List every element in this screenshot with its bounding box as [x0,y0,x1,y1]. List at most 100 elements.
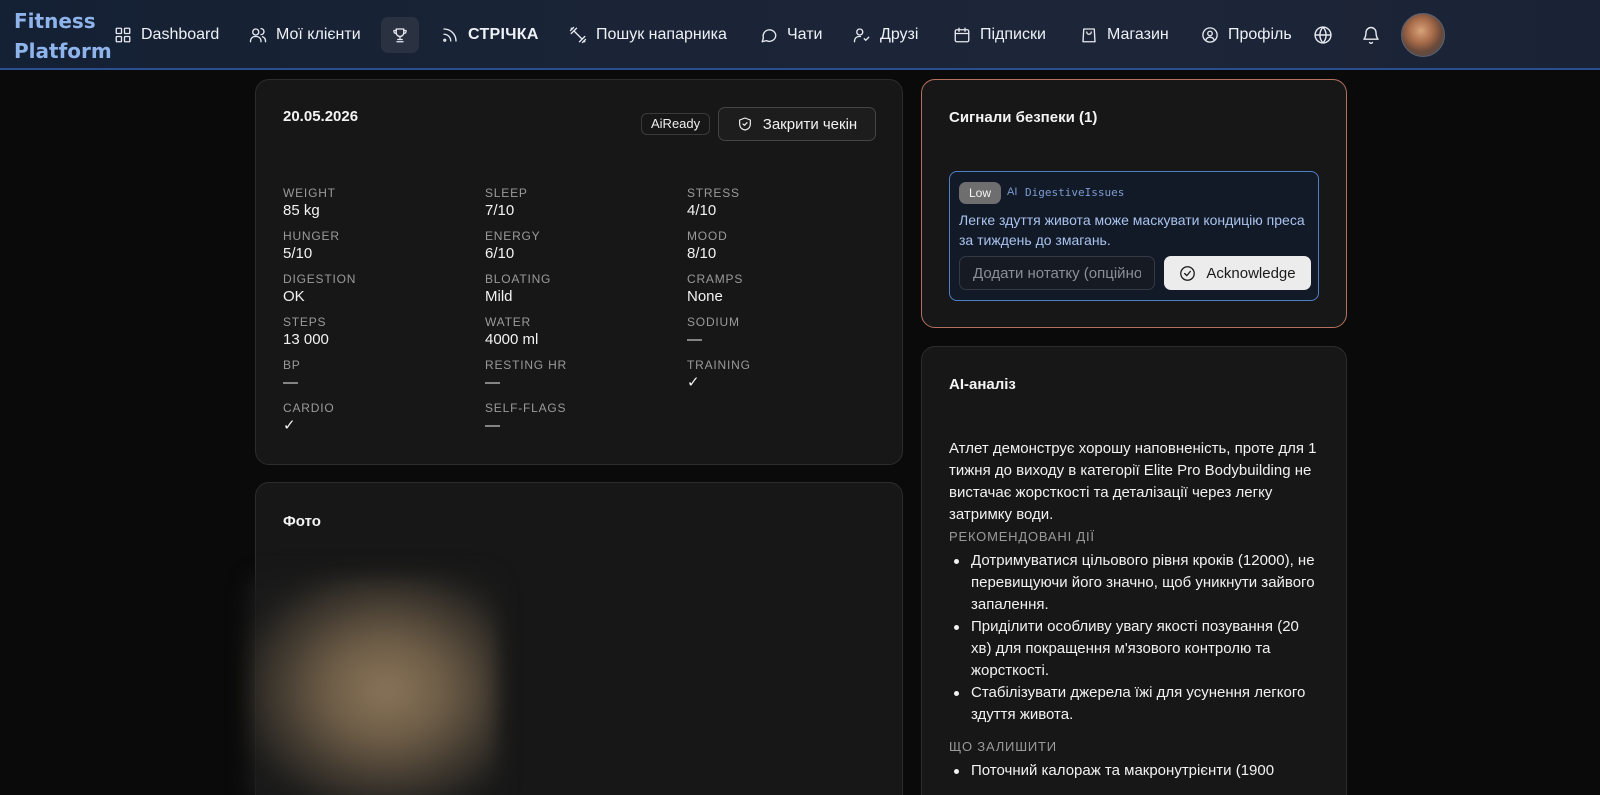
metric-label: SODIUM [687,315,740,329]
language-button[interactable] [1313,25,1333,45]
acknowledge-label: Acknowledge [1206,264,1296,282]
metric-label: MOOD [687,229,728,243]
nav-feed-label: СТРІЧКА [468,26,539,43]
metric-value: — [485,417,500,434]
metric-stress: STRESS 4/10 [687,186,867,221]
list-item: Поточний калораж та макронутрієнти (1900 [949,760,1321,782]
metric-label: STEPS [283,315,327,329]
metric-label: SELF-FLAGS [485,401,567,415]
metric-label: TRAINING [687,358,751,372]
metric-label: DIGESTION [283,272,357,286]
nav-dashboard[interactable]: Dashboard [114,20,219,50]
metric-value: 85 kg [283,202,320,219]
nav-subscriptions[interactable]: Підписки [953,20,1046,50]
metric-value: None [687,288,723,305]
metric-label: BP [283,358,301,372]
nav-chats[interactable]: Чати [760,20,822,50]
recommended-actions-list: Дотримуватися цільового рівня кроків (12… [949,550,1321,726]
safety-signal-item: Low AI DigestiveIssues Легке здуття живо… [949,171,1319,301]
nav-clients[interactable]: Мої клієнти [249,20,361,50]
keep-label: ЩО ЗАЛИШИТИ [949,739,1057,754]
status-badge: AiReady [641,113,711,135]
nav-feed[interactable]: СТРІЧКА [441,20,539,50]
metric-value: 6/10 [485,245,515,262]
note-input[interactable] [959,256,1155,290]
keep-list: Поточний калораж та макронутрієнти (1900 [949,760,1321,782]
shield-check-icon [738,117,751,131]
metric-label: SLEEP [485,186,528,200]
metric-mood: MOOD 8/10 [687,229,867,264]
metric-value: 8/10 [687,245,717,262]
photos-card: Фото [248,482,903,795]
nav-shop-label: Магазин [1107,26,1169,43]
metric-label: STRESS [687,186,740,200]
metric-value: ✓ [283,417,296,434]
avatar[interactable] [1401,13,1445,57]
metric-bp: BP — [283,358,463,393]
safety-title: Сигнали безпеки (1) [949,109,1098,126]
severity-badge: Low [959,182,1002,204]
brand-line-2: Platform [14,39,112,63]
users-icon [249,27,267,43]
metric-water: WATER 4000 ml [485,315,665,350]
metric-value: 4000 ml [485,331,539,348]
metric-label: WATER [485,315,531,329]
metric-value: 5/10 [283,245,313,262]
metric-sleep: SLEEP 7/10 [485,186,665,221]
nav-partner-label: Пошук напарника [596,26,727,43]
metric-label: ENERGY [485,229,541,243]
dumbbell-icon [569,26,587,44]
brand-logo[interactable]: Fitness Platform [14,6,112,66]
acknowledge-button[interactable]: Acknowledge [1164,256,1311,290]
metric-energy: ENERGY 6/10 [485,229,665,264]
bell-icon [1363,26,1379,44]
chat-bubble-icon [761,29,777,43]
metric-cramps: CRAMPS None [687,272,867,307]
ai-summary: Атлет демонструє хорошу наповненість, пр… [949,440,1317,523]
metric-resting-hr: RESTING HR — [485,358,665,393]
metric-label: CRAMPS [687,272,744,286]
user-check-icon [853,28,870,43]
nav-friends[interactable]: Друзі [853,20,918,50]
metric-value: 7/10 [485,202,515,219]
notifications-button[interactable] [1361,25,1381,45]
metric-value: — [485,374,500,391]
nav-profile[interactable]: Профіль [1201,20,1292,50]
safety-signals-card: Сигнали безпеки (1) Low AI DigestiveIssu… [921,79,1347,328]
checkin-date: 20.05.2026 [283,108,359,125]
nav-subscriptions-label: Підписки [980,26,1046,43]
list-item: Стабілізувати джерела їжі для усунення л… [949,682,1321,726]
nav-trophy-button[interactable] [381,17,419,53]
nav-clients-label: Мої клієнти [276,26,361,43]
metric-label: BLOATING [485,272,552,286]
trophy-icon [393,28,407,43]
metric-sodium: SODIUM — [687,315,867,350]
metric-label: CARDIO [283,401,335,415]
list-item: Дотримуватися цільового рівня кроків (12… [949,550,1321,616]
check-circle-icon [1180,265,1196,281]
signal-code: DigestiveIssues [1025,186,1125,199]
metric-value: — [687,331,702,348]
nav-shop[interactable]: Магазин [1080,20,1169,50]
metric-label: HUNGER [283,229,340,243]
user-circle-icon [1202,27,1218,43]
checkin-card: 20.05.2026 AiReady Закрити чекін WEIGHT … [255,79,903,465]
metric-value: OK [283,288,305,305]
signal-source: AI [1007,186,1018,198]
nav-chats-label: Чати [787,26,823,43]
progress-photo[interactable] [248,575,498,795]
recommended-actions-label: РЕКОМЕНДОВАНІ ДІЇ [949,529,1095,544]
nav-profile-label: Профіль [1228,26,1292,43]
metric-label: WEIGHT [283,186,336,200]
nav-friends-label: Друзі [880,26,919,43]
metric-value: 4/10 [687,202,717,219]
close-checkin-button[interactable]: Закрити чекін [718,107,876,141]
nav-partner-search[interactable]: Пошук напарника [569,20,727,50]
globe-icon [1314,26,1332,44]
dashboard-grid-icon [115,27,131,43]
ai-analysis-title: AI-аналіз [949,376,1016,393]
shopping-bag-icon [1082,28,1096,43]
calendar-icon [954,27,970,43]
metric-steps: STEPS 13 000 [283,315,463,350]
rss-icon [443,28,457,42]
